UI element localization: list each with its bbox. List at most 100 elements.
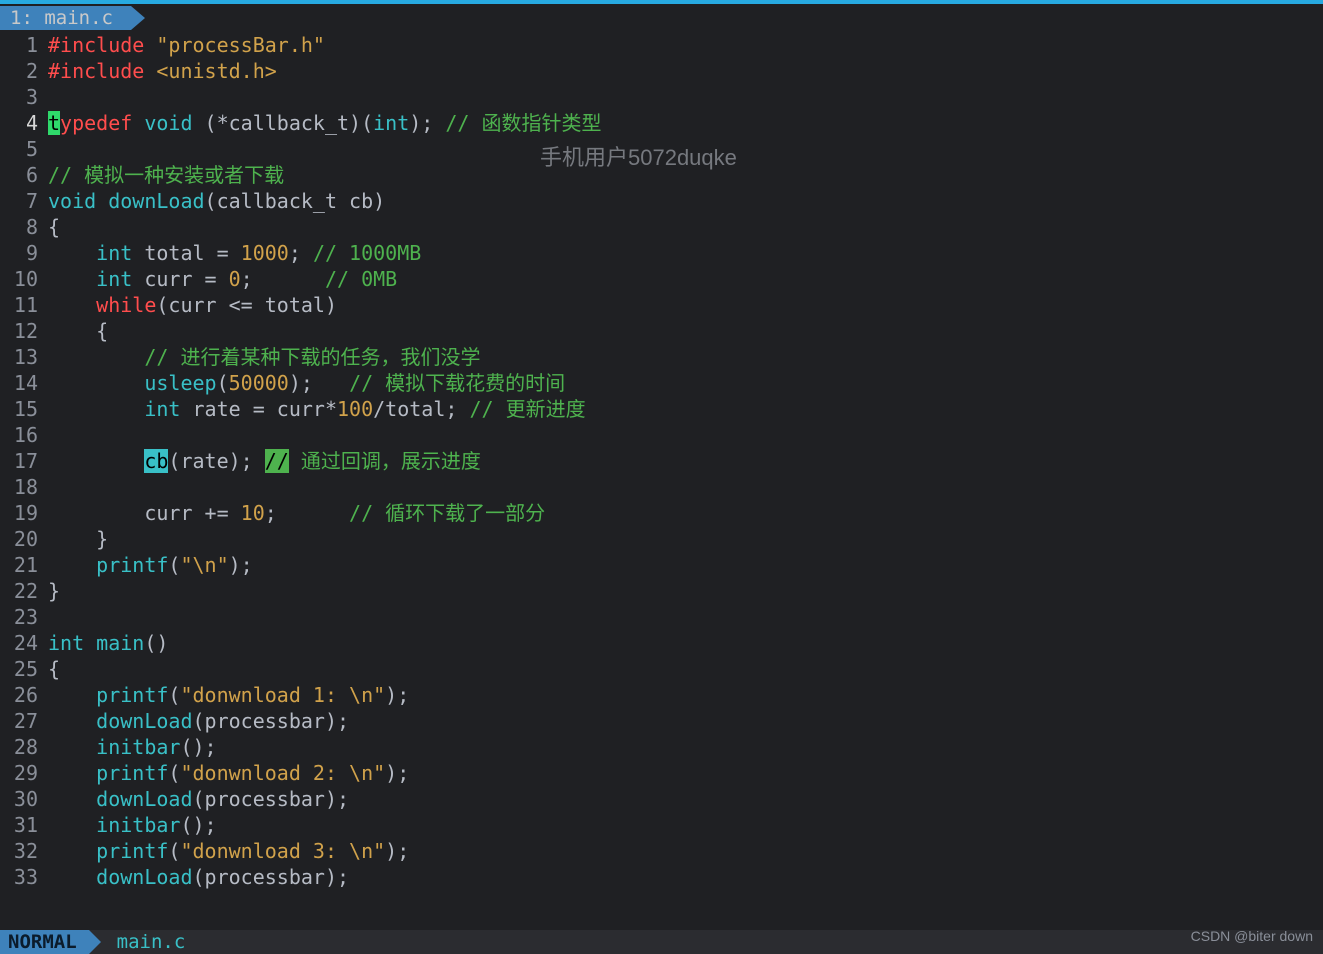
code-content: typedef void (*callback_t)(int); // 函数指针… bbox=[48, 110, 602, 136]
code-line[interactable]: 23 bbox=[0, 604, 1323, 630]
code-line[interactable]: 31 initbar(); bbox=[0, 812, 1323, 838]
code-line[interactable]: 7void downLoad(callback_t cb) bbox=[0, 188, 1323, 214]
code-line[interactable]: 28 initbar(); bbox=[0, 734, 1323, 760]
code-content: } bbox=[48, 578, 60, 604]
code-line[interactable]: 10 int curr = 0; // 0MB bbox=[0, 266, 1323, 292]
code-content: void downLoad(callback_t cb) bbox=[48, 188, 385, 214]
line-number: 6 bbox=[0, 162, 48, 188]
line-number: 26 bbox=[0, 682, 48, 708]
code-line[interactable]: 15 int rate = curr*100/total; // 更新进度 bbox=[0, 396, 1323, 422]
line-number: 17 bbox=[0, 448, 48, 474]
line-number: 14 bbox=[0, 370, 48, 396]
code-content: { bbox=[48, 214, 60, 240]
code-line[interactable]: 11 while(curr <= total) bbox=[0, 292, 1323, 318]
line-number: 5 bbox=[0, 136, 48, 162]
code-line[interactable]: 27 downLoad(processbar); bbox=[0, 708, 1323, 734]
status-file-name: main.c bbox=[117, 929, 186, 954]
code-line[interactable]: 25{ bbox=[0, 656, 1323, 682]
status-bar: NORMAL main.c bbox=[0, 930, 1323, 954]
code-line[interactable]: 30 downLoad(processbar); bbox=[0, 786, 1323, 812]
line-number: 24 bbox=[0, 630, 48, 656]
code-line[interactable]: 1#include "processBar.h" bbox=[0, 32, 1323, 58]
code-content: int main() bbox=[48, 630, 168, 656]
code-content: } bbox=[48, 526, 108, 552]
line-number: 21 bbox=[0, 552, 48, 578]
line-number: 31 bbox=[0, 812, 48, 838]
code-line[interactable]: 22} bbox=[0, 578, 1323, 604]
credit-text: CSDN @biter down bbox=[1191, 923, 1313, 949]
code-content: while(curr <= total) bbox=[48, 292, 337, 318]
code-line[interactable]: 8{ bbox=[0, 214, 1323, 240]
line-number: 23 bbox=[0, 604, 48, 630]
line-number: 33 bbox=[0, 864, 48, 890]
watermark-text: 手机用户5072duqke bbox=[540, 145, 737, 171]
code-content: { bbox=[48, 318, 108, 344]
code-line[interactable]: 19 curr += 10; // 循环下载了一部分 bbox=[0, 500, 1323, 526]
code-content: printf("\n"); bbox=[48, 552, 253, 578]
line-number: 20 bbox=[0, 526, 48, 552]
line-number: 3 bbox=[0, 84, 48, 110]
line-number: 25 bbox=[0, 656, 48, 682]
code-content: { bbox=[48, 656, 60, 682]
line-number: 16 bbox=[0, 422, 48, 448]
code-content: #include "processBar.h" bbox=[48, 32, 325, 58]
line-number: 2 bbox=[0, 58, 48, 84]
code-line[interactable]: 24int main() bbox=[0, 630, 1323, 656]
code-content: int rate = curr*100/total; // 更新进度 bbox=[48, 396, 586, 422]
line-number: 32 bbox=[0, 838, 48, 864]
line-number: 18 bbox=[0, 474, 48, 500]
code-content: downLoad(processbar); bbox=[48, 864, 349, 890]
code-content: downLoad(processbar); bbox=[48, 786, 349, 812]
code-content: downLoad(processbar); bbox=[48, 708, 349, 734]
line-number: 7 bbox=[0, 188, 48, 214]
line-number: 30 bbox=[0, 786, 48, 812]
code-content: curr += 10; // 循环下载了一部分 bbox=[48, 500, 545, 526]
code-content: usleep(50000); // 模拟下载花费的时间 bbox=[48, 370, 565, 396]
code-content: // 进行着某种下载的任务，我们没学 bbox=[48, 344, 480, 370]
line-number: 1 bbox=[0, 32, 48, 58]
code-line[interactable]: 4typedef void (*callback_t)(int); // 函数指… bbox=[0, 110, 1323, 136]
line-number: 4 bbox=[0, 110, 48, 136]
line-number: 13 bbox=[0, 344, 48, 370]
line-number: 11 bbox=[0, 292, 48, 318]
code-line[interactable]: 3 bbox=[0, 84, 1323, 110]
line-number: 9 bbox=[0, 240, 48, 266]
line-number: 27 bbox=[0, 708, 48, 734]
code-line[interactable]: 20 } bbox=[0, 526, 1323, 552]
title-bar-strip bbox=[0, 0, 1323, 4]
code-line[interactable]: 13 // 进行着某种下载的任务，我们没学 bbox=[0, 344, 1323, 370]
line-number: 29 bbox=[0, 760, 48, 786]
line-number: 15 bbox=[0, 396, 48, 422]
code-line[interactable]: 26 printf("donwnload 1: \n"); bbox=[0, 682, 1323, 708]
code-content: initbar(); bbox=[48, 812, 217, 838]
code-content: #include <unistd.h> bbox=[48, 58, 277, 84]
code-line[interactable]: 17 cb(rate); // 通过回调，展示进度 bbox=[0, 448, 1323, 474]
code-content: int curr = 0; // 0MB bbox=[48, 266, 397, 292]
vim-mode-indicator: NORMAL bbox=[0, 930, 89, 954]
line-number: 19 bbox=[0, 500, 48, 526]
code-content: printf("donwnload 3: \n"); bbox=[48, 838, 409, 864]
code-line[interactable]: 12 { bbox=[0, 318, 1323, 344]
line-number: 28 bbox=[0, 734, 48, 760]
code-content: // 模拟一种安装或者下载 bbox=[48, 162, 284, 188]
code-content: cb(rate); // 通过回调，展示进度 bbox=[48, 448, 481, 474]
code-content: int total = 1000; // 1000MB bbox=[48, 240, 421, 266]
code-line[interactable]: 21 printf("\n"); bbox=[0, 552, 1323, 578]
code-line[interactable]: 32 printf("donwnload 3: \n"); bbox=[0, 838, 1323, 864]
line-number: 22 bbox=[0, 578, 48, 604]
code-content: printf("donwnload 2: \n"); bbox=[48, 760, 409, 786]
line-number: 8 bbox=[0, 214, 48, 240]
code-line[interactable]: 29 printf("donwnload 2: \n"); bbox=[0, 760, 1323, 786]
code-line[interactable]: 14 usleep(50000); // 模拟下载花费的时间 bbox=[0, 370, 1323, 396]
code-content: initbar(); bbox=[48, 734, 217, 760]
line-number: 12 bbox=[0, 318, 48, 344]
code-line[interactable]: 2#include <unistd.h> bbox=[0, 58, 1323, 84]
code-line[interactable]: 18 bbox=[0, 474, 1323, 500]
code-line[interactable]: 9 int total = 1000; // 1000MB bbox=[0, 240, 1323, 266]
line-number: 10 bbox=[0, 266, 48, 292]
editor-window: 1: main.c 1#include "processBar.h"2#incl… bbox=[0, 0, 1323, 954]
code-line[interactable]: 16 bbox=[0, 422, 1323, 448]
code-content: printf("donwnload 1: \n"); bbox=[48, 682, 409, 708]
buffer-tab[interactable]: 1: main.c bbox=[0, 6, 131, 30]
code-line[interactable]: 33 downLoad(processbar); bbox=[0, 864, 1323, 890]
